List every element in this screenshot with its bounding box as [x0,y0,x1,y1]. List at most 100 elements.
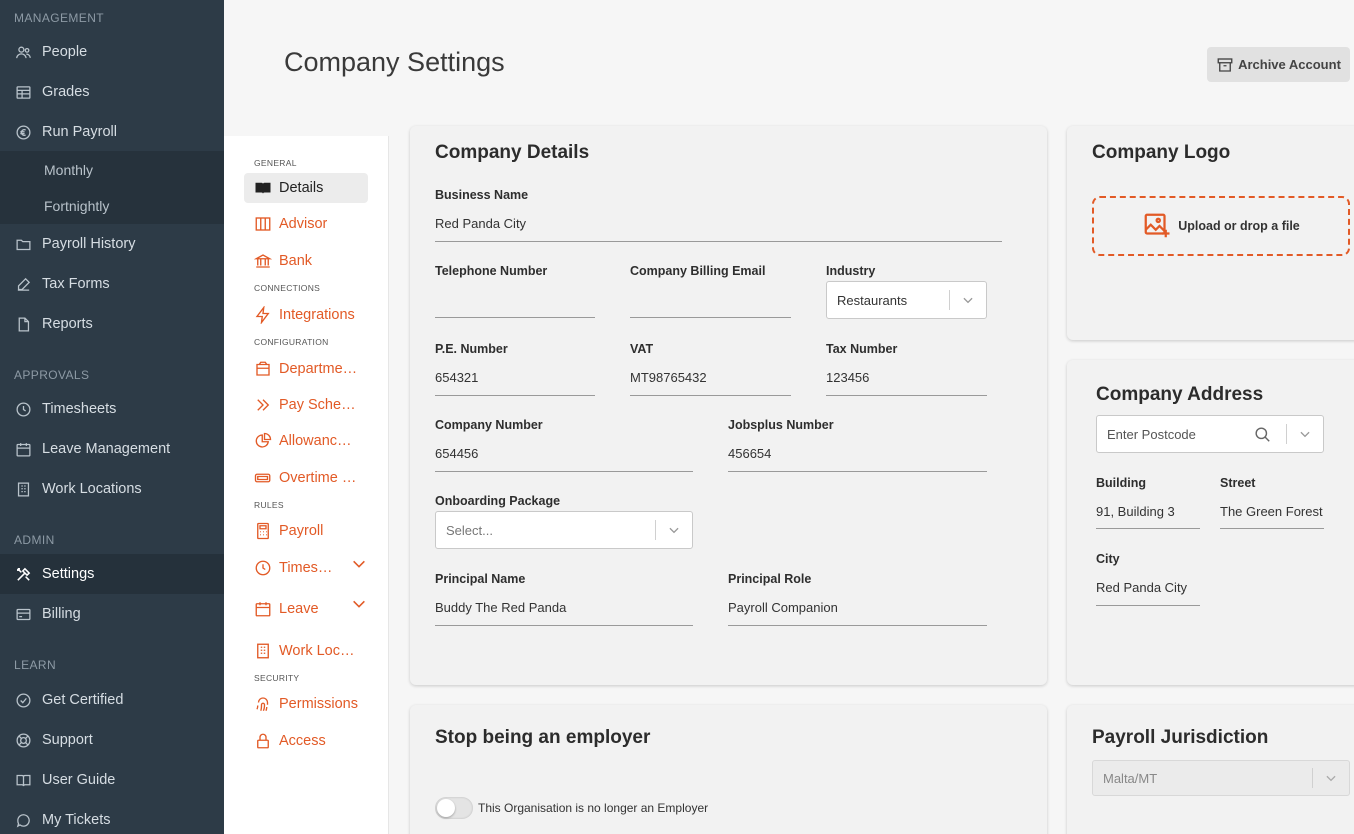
subnav-item-departments[interactable]: Departme… [244,354,368,384]
industry-select[interactable]: Restaurants [826,281,987,319]
business-name-label: Business Name [435,188,529,202]
nav-item-monthly[interactable]: Monthly [44,162,93,178]
subnav-item-bank[interactable]: Bank [244,246,368,276]
building-field[interactable]: 91, Building 3 [1096,504,1175,519]
subnav-label: Integrations [279,307,355,323]
archive-account-label: Archive Account [1238,57,1341,72]
people-icon [14,43,32,61]
onboarding-package-select[interactable]: Select... [435,511,693,549]
subnav-label: Departme… [279,361,358,377]
payroll-jurisdiction-select: Malta/MT [1092,760,1350,796]
stop-employer-toggle-label: This Organisation is no longer an Employ… [478,801,709,815]
stop-employer-card: Stop being an employer This Organisation… [410,705,1047,834]
archive-icon [1216,56,1234,74]
credit-card-icon [14,605,32,623]
clock-icon [14,400,32,418]
nav-label: Run Payroll [42,124,117,140]
archive-account-button[interactable]: Archive Account [1207,47,1350,82]
nav-item-get-certified[interactable]: Get Certified [0,680,224,720]
lightning-icon [254,306,272,324]
tools-icon [14,565,32,583]
euro-icon [14,123,32,141]
chevron-down-icon[interactable] [351,556,367,572]
settings-subnav: GENERAL Details Advisor Bank CONNECTIONS… [224,136,389,834]
principal-role-label: Principal Role [728,572,812,586]
stop-employer-toggle[interactable] [435,797,473,819]
calendar-icon [14,440,32,458]
nav-item-timesheets[interactable]: Timesheets [0,389,224,429]
nav-item-user-guide[interactable]: User Guide [0,760,224,800]
subnav-item-permissions[interactable]: Permissions [244,689,368,719]
jobsplus-number-label: Jobsplus Number [728,418,834,432]
nav-item-my-tickets[interactable]: My Tickets [0,800,224,834]
street-field[interactable]: The Green Forest [1220,504,1323,519]
company-details-card: Company Details Business Name Red Panda … [410,126,1047,685]
building-underline [1096,528,1200,529]
principal-role-field[interactable]: Payroll Companion [728,600,838,615]
document-icon [14,315,32,333]
street-underline [1220,528,1324,529]
building-label: Building [1096,476,1146,490]
tax-number-field[interactable]: 123456 [826,370,869,385]
business-name-underline [435,241,1002,242]
company-number-label: Company Number [435,418,543,432]
nav-label: Settings [42,566,95,582]
pe-number-label: P.E. Number [435,342,508,356]
postcode-input[interactable]: Enter Postcode [1097,427,1253,442]
nav-item-run-payroll[interactable]: Run Payroll [0,112,224,152]
book-icon [14,771,32,789]
telephone-underline [435,317,595,318]
upload-label: Upload or drop a file [1178,219,1300,233]
nav-item-grades[interactable]: Grades [0,72,224,112]
search-icon[interactable] [1253,425,1272,444]
postcode-search[interactable]: Enter Postcode [1096,415,1324,453]
subnav-item-advisor[interactable]: Advisor [244,209,368,239]
subnav-item-leave[interactable]: Leave [244,594,368,624]
nav-item-settings[interactable]: Settings [0,554,224,594]
folder-icon [14,235,32,253]
subnav-item-timesheets[interactable]: Times… [244,553,368,583]
company-number-field[interactable]: 654456 [435,446,478,461]
chevron-down-icon [656,523,692,537]
edit-icon [14,275,32,293]
principal-name-field[interactable]: Buddy The Red Panda [435,600,566,615]
nav-item-people[interactable]: People [0,32,224,72]
nav-item-tax-forms[interactable]: Tax Forms [0,264,224,304]
subnav-item-allowances[interactable]: Allowance… [244,426,368,456]
lifebuoy-icon [14,731,32,749]
subnav-item-pay-schedules[interactable]: Pay Sched… [244,390,368,420]
nav-item-payroll-history[interactable]: Payroll History [0,224,224,264]
business-name-field[interactable]: Red Panda City [435,216,526,231]
nav-label: Tax Forms [42,276,110,292]
page-title: Company Settings [284,47,505,77]
toggle-knob [437,799,455,817]
company-address-card: Company Address Enter Postcode Building … [1067,360,1354,685]
city-field[interactable]: Red Panda City [1096,580,1187,595]
pe-number-field[interactable]: 654321 [435,370,478,385]
logo-upload-dropzone[interactable]: Upload or drop a file [1092,196,1350,256]
subnav-label: Work Loca… [279,643,359,659]
vat-field[interactable]: MT98765432 [630,370,707,385]
chevron-down-icon[interactable] [351,596,367,612]
double-chevron-right-icon [254,396,272,414]
nav-item-billing[interactable]: Billing [0,594,224,634]
payroll-jurisdiction-card: Payroll Jurisdiction Malta/MT [1067,705,1354,834]
subnav-item-payroll[interactable]: Payroll [244,516,368,546]
nav-item-fortnightly[interactable]: Fortnightly [44,198,109,214]
jobsplus-number-field[interactable]: 456654 [728,446,771,461]
run-payroll-submenu: Monthly Fortnightly [0,151,224,224]
nav-item-support[interactable]: Support [0,720,224,760]
nav-item-reports[interactable]: Reports [0,304,224,344]
subnav-item-overtime[interactable]: Overtime … [244,463,368,493]
subnav-item-details[interactable]: Details [244,173,368,203]
chevron-down-icon [950,293,986,307]
subnav-item-access[interactable]: Access [244,726,368,756]
nav-item-leave-management[interactable]: Leave Management [0,429,224,469]
onboarding-package-label: Onboarding Package [435,494,561,508]
open-book-icon [254,179,272,197]
company-logo-title: Company Logo [1092,142,1231,163]
nav-item-work-locations[interactable]: Work Locations [0,469,224,509]
subnav-label: Details [279,180,324,196]
subnav-item-work-locations[interactable]: Work Loca… [244,636,368,666]
subnav-item-integrations[interactable]: Integrations [244,300,368,330]
